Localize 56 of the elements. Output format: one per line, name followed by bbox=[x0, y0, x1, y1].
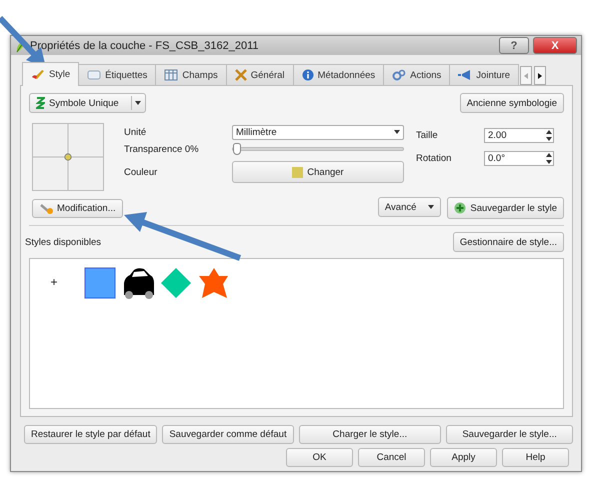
modification-button[interactable]: Modification... bbox=[32, 198, 123, 218]
renderer-dropdown[interactable]: Symbole Unique bbox=[29, 93, 146, 113]
plus-icon bbox=[454, 202, 466, 214]
size-spinbox[interactable]: 2.00 bbox=[484, 128, 554, 143]
label-icon bbox=[87, 70, 102, 80]
wrench-icon bbox=[39, 202, 53, 214]
gears-icon bbox=[392, 69, 406, 81]
megaphone-icon bbox=[458, 70, 472, 80]
renderer-icon bbox=[36, 97, 45, 109]
dialog-button[interactable]: Apply bbox=[430, 448, 497, 467]
square-symbol-icon[interactable] bbox=[84, 267, 116, 299]
help-button[interactable]: ? bbox=[499, 37, 529, 54]
legacy-symbology-button[interactable]: Ancienne symbologie bbox=[460, 93, 564, 113]
size-label: Taille bbox=[416, 130, 439, 141]
change-color-button[interactable]: Changer bbox=[232, 161, 404, 183]
tab[interactable]: Étiquettes bbox=[78, 64, 156, 85]
window-title: Propriétés de la couche - FS_CSB_3162_2011 bbox=[30, 40, 260, 52]
tab[interactable]: Style bbox=[22, 62, 80, 86]
spin-arrows-icon bbox=[545, 130, 553, 141]
tab-scroll-right-button[interactable] bbox=[534, 66, 546, 85]
color-label: Couleur bbox=[124, 166, 158, 178]
tab[interactable]: Actions bbox=[383, 64, 450, 85]
dialog-button[interactable]: Help bbox=[502, 448, 569, 467]
caret-icon bbox=[394, 130, 400, 134]
diamond-symbol-icon[interactable] bbox=[160, 267, 192, 299]
add-style-item[interactable]: + bbox=[48, 275, 60, 289]
unit-label: Unité bbox=[124, 126, 148, 138]
caret-icon bbox=[130, 96, 143, 110]
tab[interactable]: Général bbox=[226, 64, 294, 85]
advanced-dropdown[interactable]: Avancé bbox=[378, 197, 442, 217]
footer-button[interactable]: Sauvegarder comme défaut bbox=[162, 425, 294, 444]
dialog-button[interactable]: OK bbox=[286, 448, 353, 467]
tab[interactable]: Métadonnées bbox=[292, 64, 384, 85]
transparency-label: Transparence 0% bbox=[124, 144, 200, 154]
spin-arrows-icon bbox=[545, 153, 553, 164]
caret-icon bbox=[428, 205, 434, 209]
symbol-preview bbox=[32, 123, 104, 191]
tab[interactable]: Champs bbox=[155, 64, 227, 85]
footer-button[interactable]: Sauvegarder le style... bbox=[446, 425, 573, 444]
rotation-label: Rotation bbox=[416, 153, 452, 164]
save-style-button[interactable]: Sauvegarder le style bbox=[447, 197, 564, 219]
footer-button[interactable]: Restaurer le style par défaut bbox=[24, 425, 158, 444]
slider-thumb[interactable] bbox=[233, 143, 241, 155]
brush-icon bbox=[31, 68, 45, 80]
star-symbol-icon[interactable] bbox=[198, 267, 230, 299]
unit-dropdown[interactable]: Millimètre bbox=[232, 124, 404, 140]
style-manager-button[interactable]: Gestionnaire de style... bbox=[452, 232, 564, 252]
table-icon bbox=[164, 69, 178, 81]
tab[interactable]: Jointure bbox=[449, 64, 520, 85]
info-icon bbox=[302, 69, 314, 81]
car-symbol-icon[interactable] bbox=[122, 267, 154, 299]
dialog-button[interactable]: Cancel bbox=[358, 448, 425, 467]
close-button[interactable]: X bbox=[533, 37, 577, 54]
rotation-spinbox[interactable]: 0.0° bbox=[484, 151, 554, 166]
styles-label: Styles disponibles bbox=[25, 236, 102, 248]
footer-button[interactable]: Charger le style... bbox=[298, 425, 442, 444]
